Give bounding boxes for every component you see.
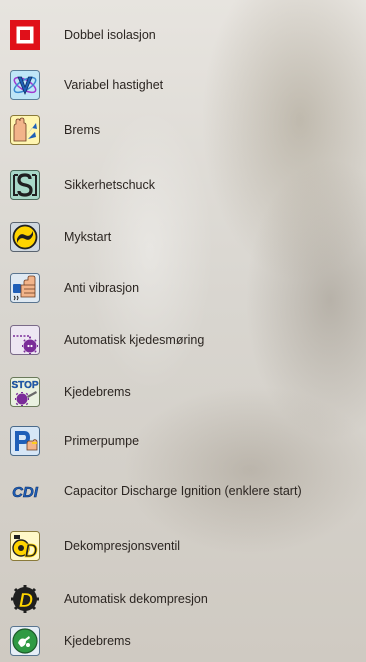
feature-label: Dekompresjonsventil: [64, 539, 181, 553]
feature-label: Automatisk dekompresjon: [64, 592, 208, 606]
list-item: Primerpumpe: [10, 426, 366, 456]
decompression-valve-icon: D: [10, 531, 40, 561]
list-item: Kjedebrems: [10, 626, 366, 656]
list-item: Dobbel isolasjon: [10, 20, 366, 50]
stop-chain-brake-icon: STOP: [10, 377, 40, 407]
d-icon-text: D: [25, 541, 38, 561]
list-item: Mykstart: [10, 222, 366, 252]
feature-label: Brems: [64, 123, 101, 137]
list-item: D Automatisk dekompresjon: [10, 584, 366, 614]
feature-label: Kjedebrems: [64, 385, 131, 399]
list-item: CDI Capacitor Discharge Ignition (enkler…: [10, 476, 366, 506]
list-item: Variabel hastighet: [10, 70, 366, 100]
feature-label: Dobbel isolasjon: [64, 28, 156, 42]
list-item: STOP Kjedebrems: [10, 377, 366, 407]
feature-label: Mykstart: [64, 230, 112, 244]
stop-icon-text: STOP: [11, 380, 38, 391]
safety-chuck-icon: [10, 170, 40, 200]
feature-label: Primerpumpe: [64, 434, 140, 448]
list-item: Sikkerhetschuck: [10, 170, 366, 200]
list-item: Automatisk kjedesmøring: [10, 325, 366, 355]
feature-label: Anti vibrasjon: [64, 281, 140, 295]
cdi-icon-text: CDI: [12, 484, 39, 501]
feature-list: Dobbel isolasjon Variabel hastighet Brem…: [0, 0, 366, 662]
feature-label: Kjedebrems: [64, 634, 131, 648]
automatic-decompression-icon: D: [10, 584, 40, 614]
double-insulation-icon: [10, 20, 40, 50]
brake-icon: [10, 115, 40, 145]
list-item: Anti vibrasjon: [10, 273, 366, 303]
feature-label: Sikkerhetschuck: [64, 178, 156, 192]
anti-vibration-icon: [10, 273, 40, 303]
cdi-icon: CDI: [10, 476, 40, 506]
feature-label: Variabel hastighet: [64, 78, 164, 92]
feature-label: Capacitor Discharge Ignition (enklere st…: [64, 484, 302, 498]
variable-speed-icon: [10, 70, 40, 100]
chain-brake-icon: [10, 626, 40, 656]
feature-label: Automatisk kjedesmøring: [64, 333, 205, 347]
d-icon-text: D: [19, 590, 33, 612]
chain-lubrication-icon: [10, 325, 40, 355]
soft-start-icon: [10, 222, 40, 252]
list-item: D Dekompresjonsventil: [10, 531, 366, 561]
list-item: Brems: [10, 115, 366, 145]
primer-pump-icon: [10, 426, 40, 456]
